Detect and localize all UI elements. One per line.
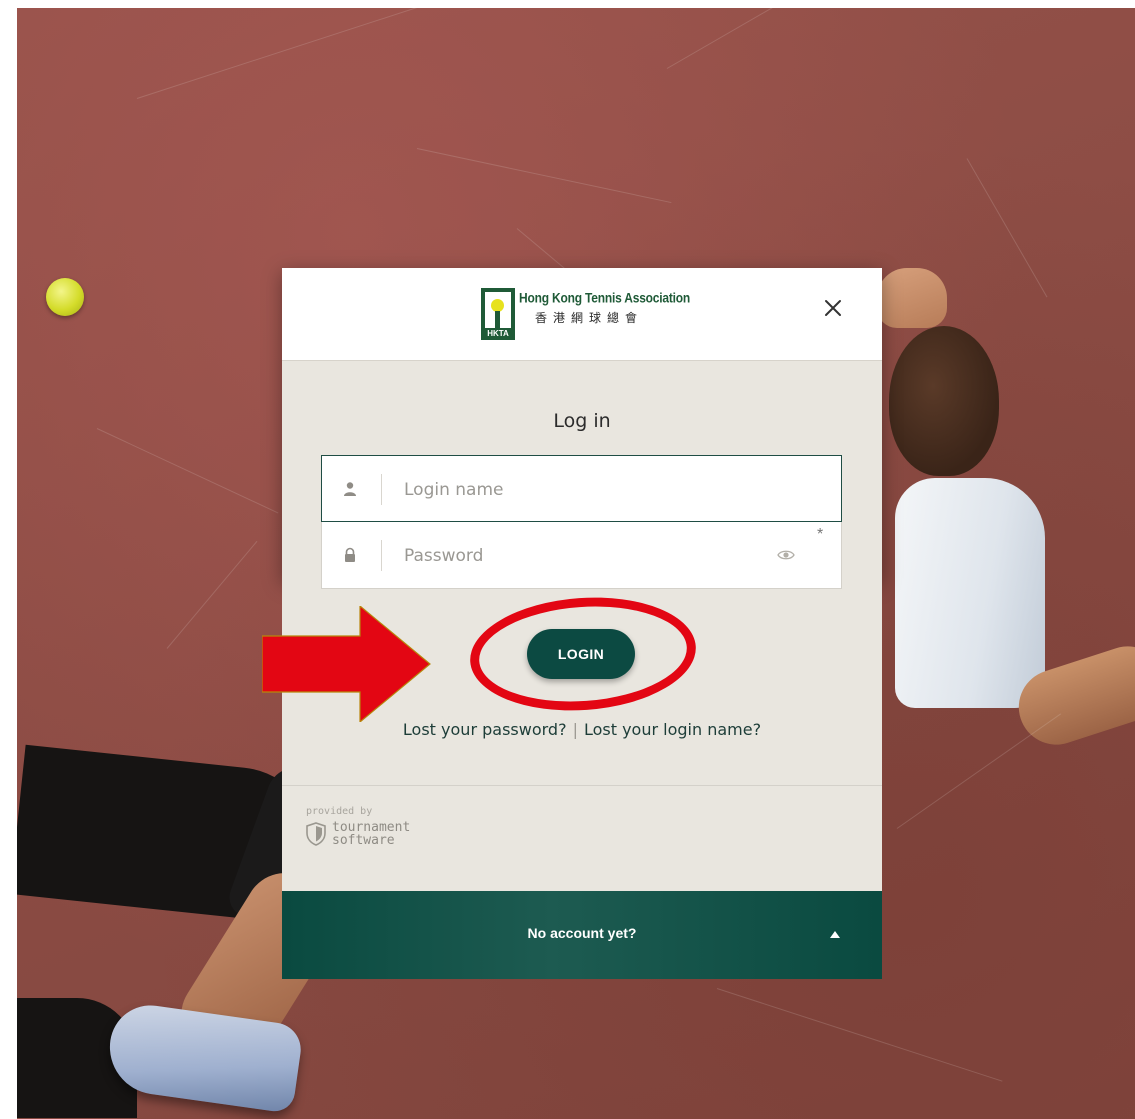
tournament-software-logo: tournament software: [306, 821, 410, 847]
dialog-title: Log in: [553, 410, 611, 432]
field-separator: [381, 474, 382, 505]
court-scratch: [166, 540, 258, 649]
dialog-header: HKTA Hong Kong Tennis Association 香港網球總會: [282, 268, 882, 361]
field-separator: [381, 540, 382, 571]
player-head: [889, 326, 999, 476]
court-scratch: [416, 148, 672, 204]
lost-password-link[interactable]: Lost your password?: [403, 720, 567, 739]
annotation-arrow: [262, 606, 431, 722]
provided-by-label: provided by: [306, 806, 373, 817]
login-name-field[interactable]: [321, 455, 842, 523]
court-scratch: [96, 428, 279, 514]
lost-login-name-link[interactable]: Lost your login name?: [584, 720, 761, 739]
lock-icon: [345, 547, 355, 562]
player-shirt: [895, 478, 1045, 708]
hkta-logo-mark: HKTA: [481, 288, 515, 340]
login-name-input[interactable]: [402, 456, 766, 523]
brand-name-en: Hong Kong Tennis Association: [519, 290, 691, 307]
player-hand: [877, 268, 947, 328]
dialog-divider: [282, 785, 882, 786]
court-scratch: [896, 713, 1062, 829]
eye-icon[interactable]: [777, 548, 795, 562]
provider-line2: software: [332, 833, 395, 848]
recovery-links: Lost your password? | Lost your login name…: [282, 720, 882, 739]
link-separator: |: [572, 720, 578, 739]
hkta-badge: HKTA: [481, 328, 515, 340]
court-scratch: [966, 158, 1048, 298]
no-account-label: No account yet?: [527, 925, 637, 941]
close-button[interactable]: [822, 297, 844, 319]
password-input[interactable]: [402, 522, 766, 589]
password-field[interactable]: *: [321, 522, 842, 589]
caret-up-icon: [830, 931, 840, 938]
hkta-logo: HKTA Hong Kong Tennis Association 香港網球總會: [481, 288, 690, 340]
no-account-bar[interactable]: No account yet?: [282, 891, 882, 979]
tennis-ball: [46, 278, 84, 316]
brand-name-zh: 香港網球總會: [535, 311, 644, 325]
court-scratch: [716, 988, 1003, 1082]
user-icon: [344, 482, 356, 496]
court-scratch: [666, 8, 945, 69]
required-mark: *: [817, 526, 824, 543]
court-scratch: [136, 8, 423, 99]
shield-icon: [306, 822, 326, 846]
close-icon: [825, 300, 841, 316]
